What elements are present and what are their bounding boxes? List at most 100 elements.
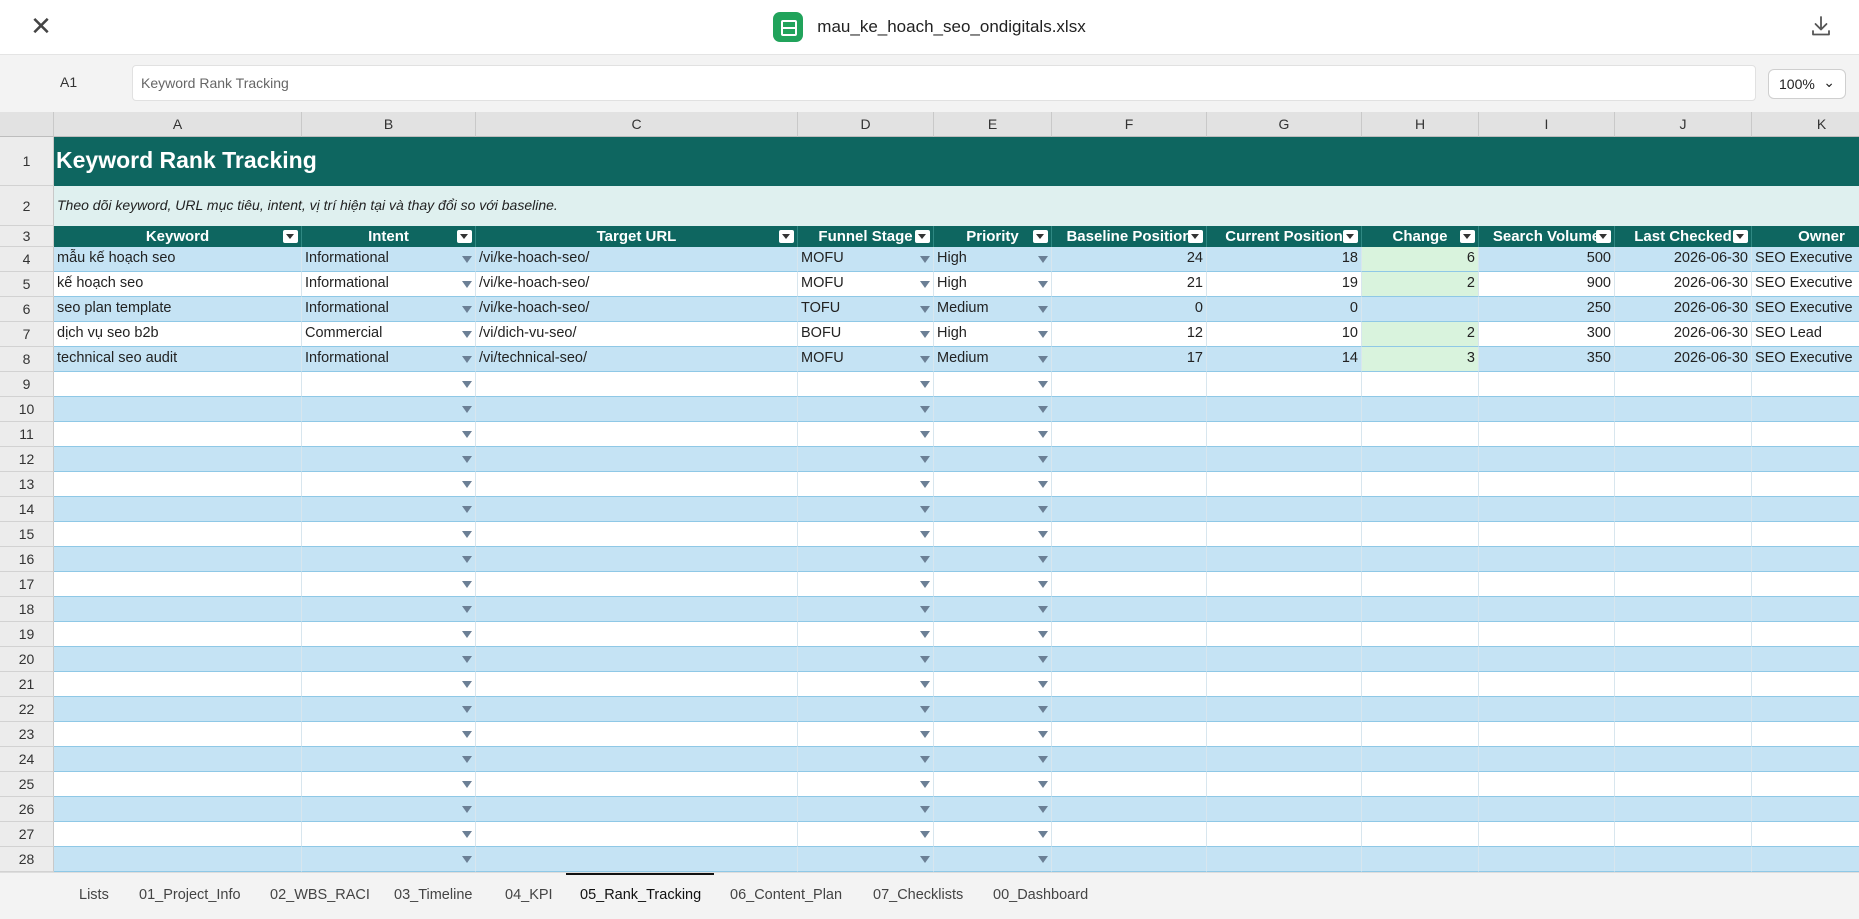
dropdown-arrow-icon[interactable]	[1038, 806, 1048, 813]
cell-reference[interactable]: A1	[60, 74, 77, 90]
table-cell[interactable]: 2	[1362, 272, 1479, 297]
empty-cell[interactable]	[934, 397, 1052, 422]
empty-cell[interactable]	[302, 722, 476, 747]
empty-cell[interactable]	[1479, 397, 1615, 422]
row-header[interactable]: 20	[0, 647, 54, 672]
empty-cell[interactable]	[54, 822, 302, 847]
empty-cell[interactable]	[1615, 422, 1752, 447]
column-header-e[interactable]: E	[934, 112, 1052, 137]
empty-cell[interactable]	[1615, 747, 1752, 772]
table-cell[interactable]: 900	[1479, 272, 1615, 297]
row-header[interactable]: 4	[0, 247, 54, 272]
empty-cell[interactable]	[302, 772, 476, 797]
row-header[interactable]: 27	[0, 822, 54, 847]
empty-cell[interactable]	[1362, 497, 1479, 522]
dropdown-arrow-icon[interactable]	[920, 581, 930, 588]
empty-cell[interactable]	[1479, 447, 1615, 472]
dropdown-arrow-icon[interactable]	[1038, 456, 1048, 463]
empty-cell[interactable]	[1479, 722, 1615, 747]
empty-cell[interactable]	[1362, 797, 1479, 822]
table-cell[interactable]: /vi/ke-hoach-seo/	[476, 272, 798, 297]
table-cell[interactable]: 2026-06-30	[1615, 297, 1752, 322]
row-header[interactable]: 5	[0, 272, 54, 297]
row-header[interactable]: 1	[0, 137, 54, 186]
empty-cell[interactable]	[1052, 422, 1207, 447]
table-cell[interactable]: 2026-06-30	[1615, 247, 1752, 272]
sheet-tab[interactable]: 06_Content_Plan	[730, 887, 842, 903]
empty-cell[interactable]	[1479, 547, 1615, 572]
empty-cell[interactable]	[1479, 372, 1615, 397]
row-header[interactable]: 3	[0, 226, 54, 247]
empty-cell[interactable]	[476, 722, 798, 747]
table-cell[interactable]: SEO Executive	[1752, 347, 1859, 372]
empty-cell[interactable]	[1207, 647, 1362, 672]
dropdown-arrow-icon[interactable]	[920, 856, 930, 863]
empty-cell[interactable]	[798, 522, 934, 547]
empty-cell[interactable]	[1752, 772, 1859, 797]
empty-cell[interactable]	[54, 572, 302, 597]
dropdown-arrow-icon[interactable]	[462, 806, 472, 813]
empty-cell[interactable]	[798, 597, 934, 622]
close-icon[interactable]: ✕	[28, 13, 54, 39]
empty-cell[interactable]	[1362, 397, 1479, 422]
dropdown-arrow-icon[interactable]	[920, 256, 930, 263]
empty-cell[interactable]	[1207, 372, 1362, 397]
empty-cell[interactable]	[1362, 772, 1479, 797]
empty-cell[interactable]	[1362, 647, 1479, 672]
row-header[interactable]: 24	[0, 747, 54, 772]
empty-cell[interactable]	[1479, 422, 1615, 447]
empty-cell[interactable]	[1615, 397, 1752, 422]
empty-cell[interactable]	[1362, 522, 1479, 547]
sheet-subtitle[interactable]: Theo dõi keyword, URL mục tiêu, intent, …	[57, 197, 558, 213]
dropdown-arrow-icon[interactable]	[462, 581, 472, 588]
empty-cell[interactable]	[1615, 647, 1752, 672]
empty-cell[interactable]	[1479, 572, 1615, 597]
empty-cell[interactable]	[1752, 722, 1859, 747]
dropdown-arrow-icon[interactable]	[920, 831, 930, 838]
empty-cell[interactable]	[1479, 847, 1615, 872]
dropdown-arrow-icon[interactable]	[920, 406, 930, 413]
dropdown-arrow-icon[interactable]	[1038, 431, 1048, 438]
row-header[interactable]: 28	[0, 847, 54, 872]
empty-cell[interactable]	[1752, 747, 1859, 772]
empty-cell[interactable]	[302, 397, 476, 422]
table-cell[interactable]: /vi/technical-seo/	[476, 347, 798, 372]
empty-cell[interactable]	[54, 447, 302, 472]
dropdown-arrow-icon[interactable]	[1038, 706, 1048, 713]
table-cell[interactable]: SEO Executive	[1752, 247, 1859, 272]
empty-cell[interactable]	[1052, 547, 1207, 572]
empty-cell[interactable]	[1362, 822, 1479, 847]
empty-cell[interactable]	[476, 572, 798, 597]
empty-cell[interactable]	[1752, 422, 1859, 447]
row-header[interactable]: 16	[0, 547, 54, 572]
dropdown-arrow-icon[interactable]	[920, 731, 930, 738]
empty-cell[interactable]	[1052, 447, 1207, 472]
column-header-a[interactable]: A	[54, 112, 302, 137]
download-icon[interactable]	[1809, 14, 1833, 38]
empty-cell[interactable]	[1362, 722, 1479, 747]
table-cell[interactable]: seo plan template	[54, 297, 302, 322]
dropdown-arrow-icon[interactable]	[920, 531, 930, 538]
sheet-tab[interactable]: Lists	[79, 887, 109, 903]
dropdown-arrow-icon[interactable]	[1038, 381, 1048, 388]
dropdown-arrow-icon[interactable]	[920, 681, 930, 688]
empty-cell[interactable]	[1207, 847, 1362, 872]
empty-cell[interactable]	[1207, 397, 1362, 422]
table-cell[interactable]: 2026-06-30	[1615, 322, 1752, 347]
empty-cell[interactable]	[1479, 797, 1615, 822]
empty-cell[interactable]	[1615, 847, 1752, 872]
empty-cell[interactable]	[476, 397, 798, 422]
empty-cell[interactable]	[302, 797, 476, 822]
empty-cell[interactable]	[302, 822, 476, 847]
table-cell[interactable]: technical seo audit	[54, 347, 302, 372]
row-header[interactable]: 8	[0, 347, 54, 372]
empty-cell[interactable]	[934, 822, 1052, 847]
table-cell[interactable]: 2026-06-30	[1615, 272, 1752, 297]
empty-cell[interactable]	[54, 472, 302, 497]
empty-cell[interactable]	[1207, 547, 1362, 572]
empty-cell[interactable]	[934, 622, 1052, 647]
empty-cell[interactable]	[1362, 572, 1479, 597]
empty-cell[interactable]	[54, 772, 302, 797]
empty-cell[interactable]	[1479, 822, 1615, 847]
sheet-tab[interactable]: 04_KPI	[505, 887, 553, 903]
